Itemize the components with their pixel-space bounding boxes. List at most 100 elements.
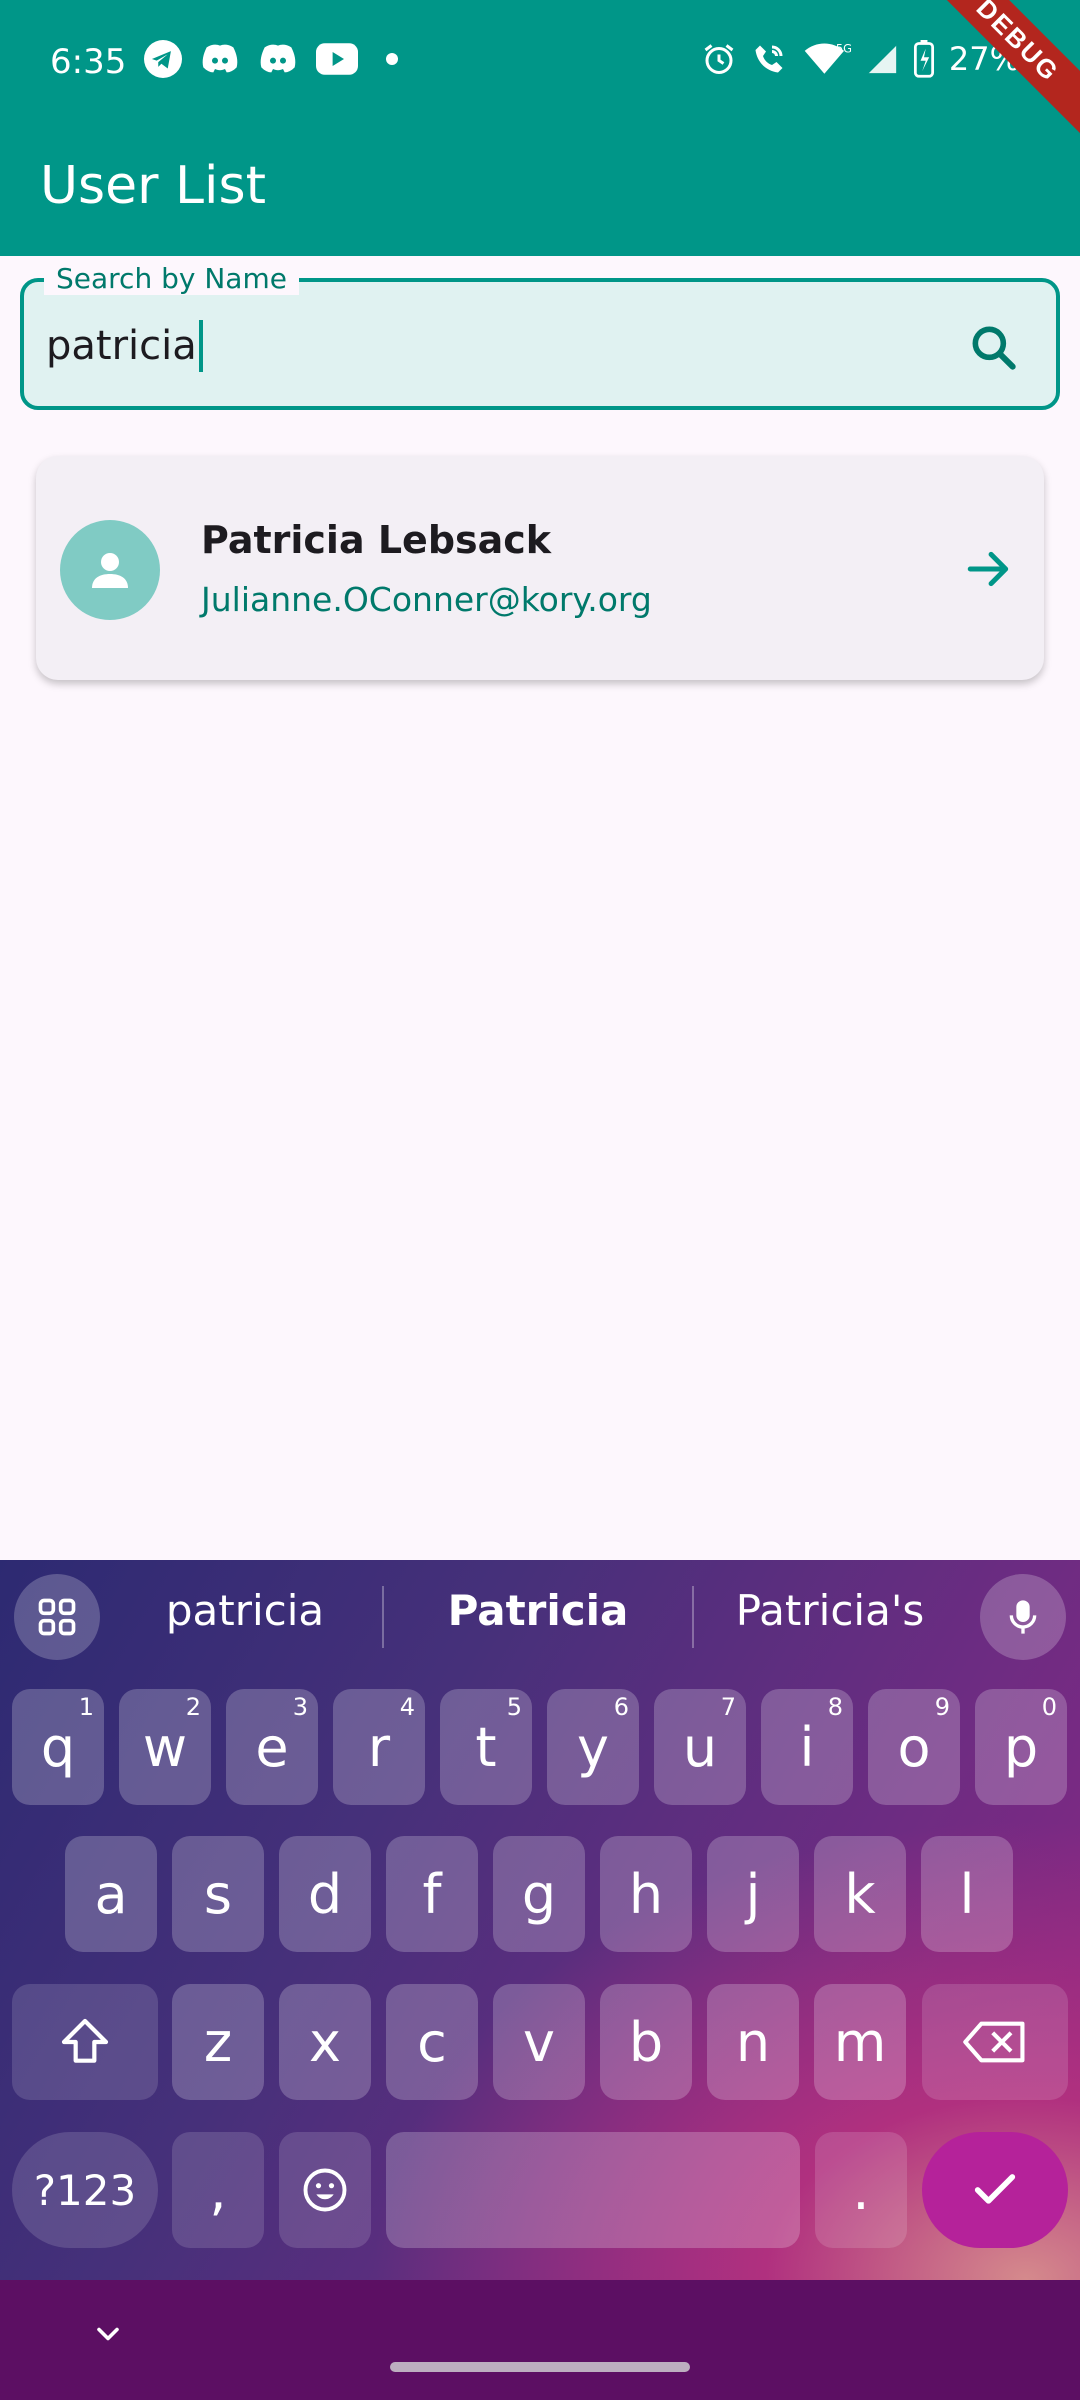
more-notifications-dot (386, 53, 398, 65)
app-header: 6:35 5G+ 27% DEBUG User List (0, 0, 1080, 256)
key-o[interactable]: o9 (868, 1689, 960, 1805)
backspace-key[interactable] (922, 1984, 1068, 2100)
arrow-forward-icon[interactable] (964, 544, 1014, 594)
key-label: d (307, 1862, 343, 1926)
key-label: i (799, 1715, 815, 1779)
key-label: c (417, 2010, 447, 2074)
status-time: 6:35 (50, 42, 127, 82)
shift-key[interactable] (12, 1984, 158, 2100)
key-a[interactable]: a (65, 1836, 157, 1952)
key-label: z (203, 2010, 233, 2074)
key-z[interactable]: z (172, 1984, 264, 2100)
key-w[interactable]: w2 (119, 1689, 211, 1805)
key-hint: 7 (720, 1693, 736, 1721)
checkmark-icon (974, 2174, 1016, 2204)
voice-input-button[interactable] (980, 1574, 1066, 1660)
emoji-key[interactable] (279, 2132, 371, 2248)
key-label: f (422, 1862, 442, 1926)
key-label: l (959, 1862, 975, 1926)
home-gesture-handle[interactable] (390, 2362, 690, 2372)
key-i[interactable]: i8 (761, 1689, 853, 1805)
telegram-icon (144, 40, 182, 78)
key-l[interactable]: l (921, 1836, 1013, 1952)
key-hint: 2 (185, 1693, 201, 1721)
hide-keyboard-chevron-icon[interactable] (90, 2316, 126, 2352)
key-label: b (628, 2010, 664, 2074)
suggestion-3[interactable]: Patricia's (710, 1586, 950, 1635)
key-hint: 1 (78, 1693, 94, 1721)
key-b[interactable]: b (600, 1984, 692, 2100)
symbols-key[interactable]: ?123 (12, 2132, 158, 2248)
key-y[interactable]: y6 (547, 1689, 639, 1805)
key-label: a (94, 1862, 128, 1926)
key-h[interactable]: h (600, 1836, 692, 1952)
wifi-call-icon (755, 45, 783, 73)
key-q[interactable]: q1 (12, 1689, 104, 1805)
key-u[interactable]: u7 (654, 1689, 746, 1805)
key-n[interactable]: n (707, 1984, 799, 2100)
key-label: h (628, 1862, 664, 1926)
backspace-icon (963, 2021, 1025, 2063)
suggestion-divider (382, 1586, 384, 1648)
suggestion-2[interactable]: Patricia (420, 1586, 656, 1635)
user-list-item[interactable]: Patricia Lebsack Julianne.OConner@kory.o… (36, 456, 1044, 680)
keyboard-menu-button[interactable] (14, 1574, 100, 1660)
person-icon (92, 553, 128, 588)
page-title: User List (40, 156, 266, 216)
key-p[interactable]: p0 (975, 1689, 1067, 1805)
key-c[interactable]: c (386, 1984, 478, 2100)
suggestion-strip: patricia Patricia Patricia's (0, 1560, 1080, 1670)
emoji-icon (303, 2168, 347, 2212)
key-r[interactable]: r4 (333, 1689, 425, 1805)
done-key[interactable] (922, 2132, 1068, 2248)
search-field[interactable]: Search by Name patricia (20, 262, 1060, 410)
key-m[interactable]: m (814, 1984, 906, 2100)
user-name: Patricia Lebsack (201, 518, 552, 562)
avatar (60, 520, 160, 620)
key-label: p (1003, 1715, 1039, 1779)
key-f[interactable]: f (386, 1836, 478, 1952)
signal-icon (867, 44, 897, 74)
period-key[interactable]: . (815, 2132, 907, 2248)
suggestion-1[interactable]: patricia (130, 1586, 360, 1635)
key-j[interactable]: j (707, 1836, 799, 1952)
key-label: o (897, 1715, 931, 1779)
key-x[interactable]: x (279, 1984, 371, 2100)
system-icons: 5G+ 27% (701, 40, 1020, 78)
key-label: n (735, 2010, 771, 2074)
key-hint: 8 (827, 1693, 843, 1721)
key-v[interactable]: v (493, 1984, 585, 2100)
key-label: s (203, 1862, 233, 1926)
comma-key[interactable]: , (172, 2132, 264, 2248)
key-t[interactable]: t5 (440, 1689, 532, 1805)
space-key[interactable] (386, 2132, 800, 2248)
notification-icons (144, 40, 398, 78)
navigation-bar (0, 2280, 1080, 2400)
key-hint: 3 (292, 1693, 308, 1721)
search-input[interactable]: patricia (46, 318, 203, 374)
search-label: Search by Name (44, 262, 299, 295)
search-icon[interactable] (966, 320, 1022, 376)
wifi-icon: 5G+ (804, 41, 851, 74)
battery-charging-icon (913, 40, 934, 78)
key-label: t (475, 1715, 497, 1779)
text-cursor (198, 320, 203, 372)
key-label: x (309, 2010, 341, 2074)
key-d[interactable]: d (279, 1836, 371, 1952)
key-g[interactable]: g (493, 1836, 585, 1952)
key-label: k (844, 1862, 876, 1926)
youtube-icon (316, 43, 358, 75)
user-email: Julianne.OConner@kory.org (201, 580, 652, 619)
search-value: patricia (46, 323, 197, 369)
key-label: w (142, 1715, 188, 1779)
key-hint: 0 (1041, 1693, 1057, 1721)
key-e[interactable]: e3 (226, 1689, 318, 1805)
status-bar: 6:35 5G+ 27% (0, 0, 1080, 126)
key-k[interactable]: k (814, 1836, 906, 1952)
apps-grid-icon (38, 1598, 76, 1636)
key-s[interactable]: s (172, 1836, 264, 1952)
suggestion-divider (692, 1586, 694, 1648)
shift-icon (61, 2018, 109, 2063)
key-label: u (682, 1715, 718, 1779)
key-label: v (523, 2010, 555, 2074)
